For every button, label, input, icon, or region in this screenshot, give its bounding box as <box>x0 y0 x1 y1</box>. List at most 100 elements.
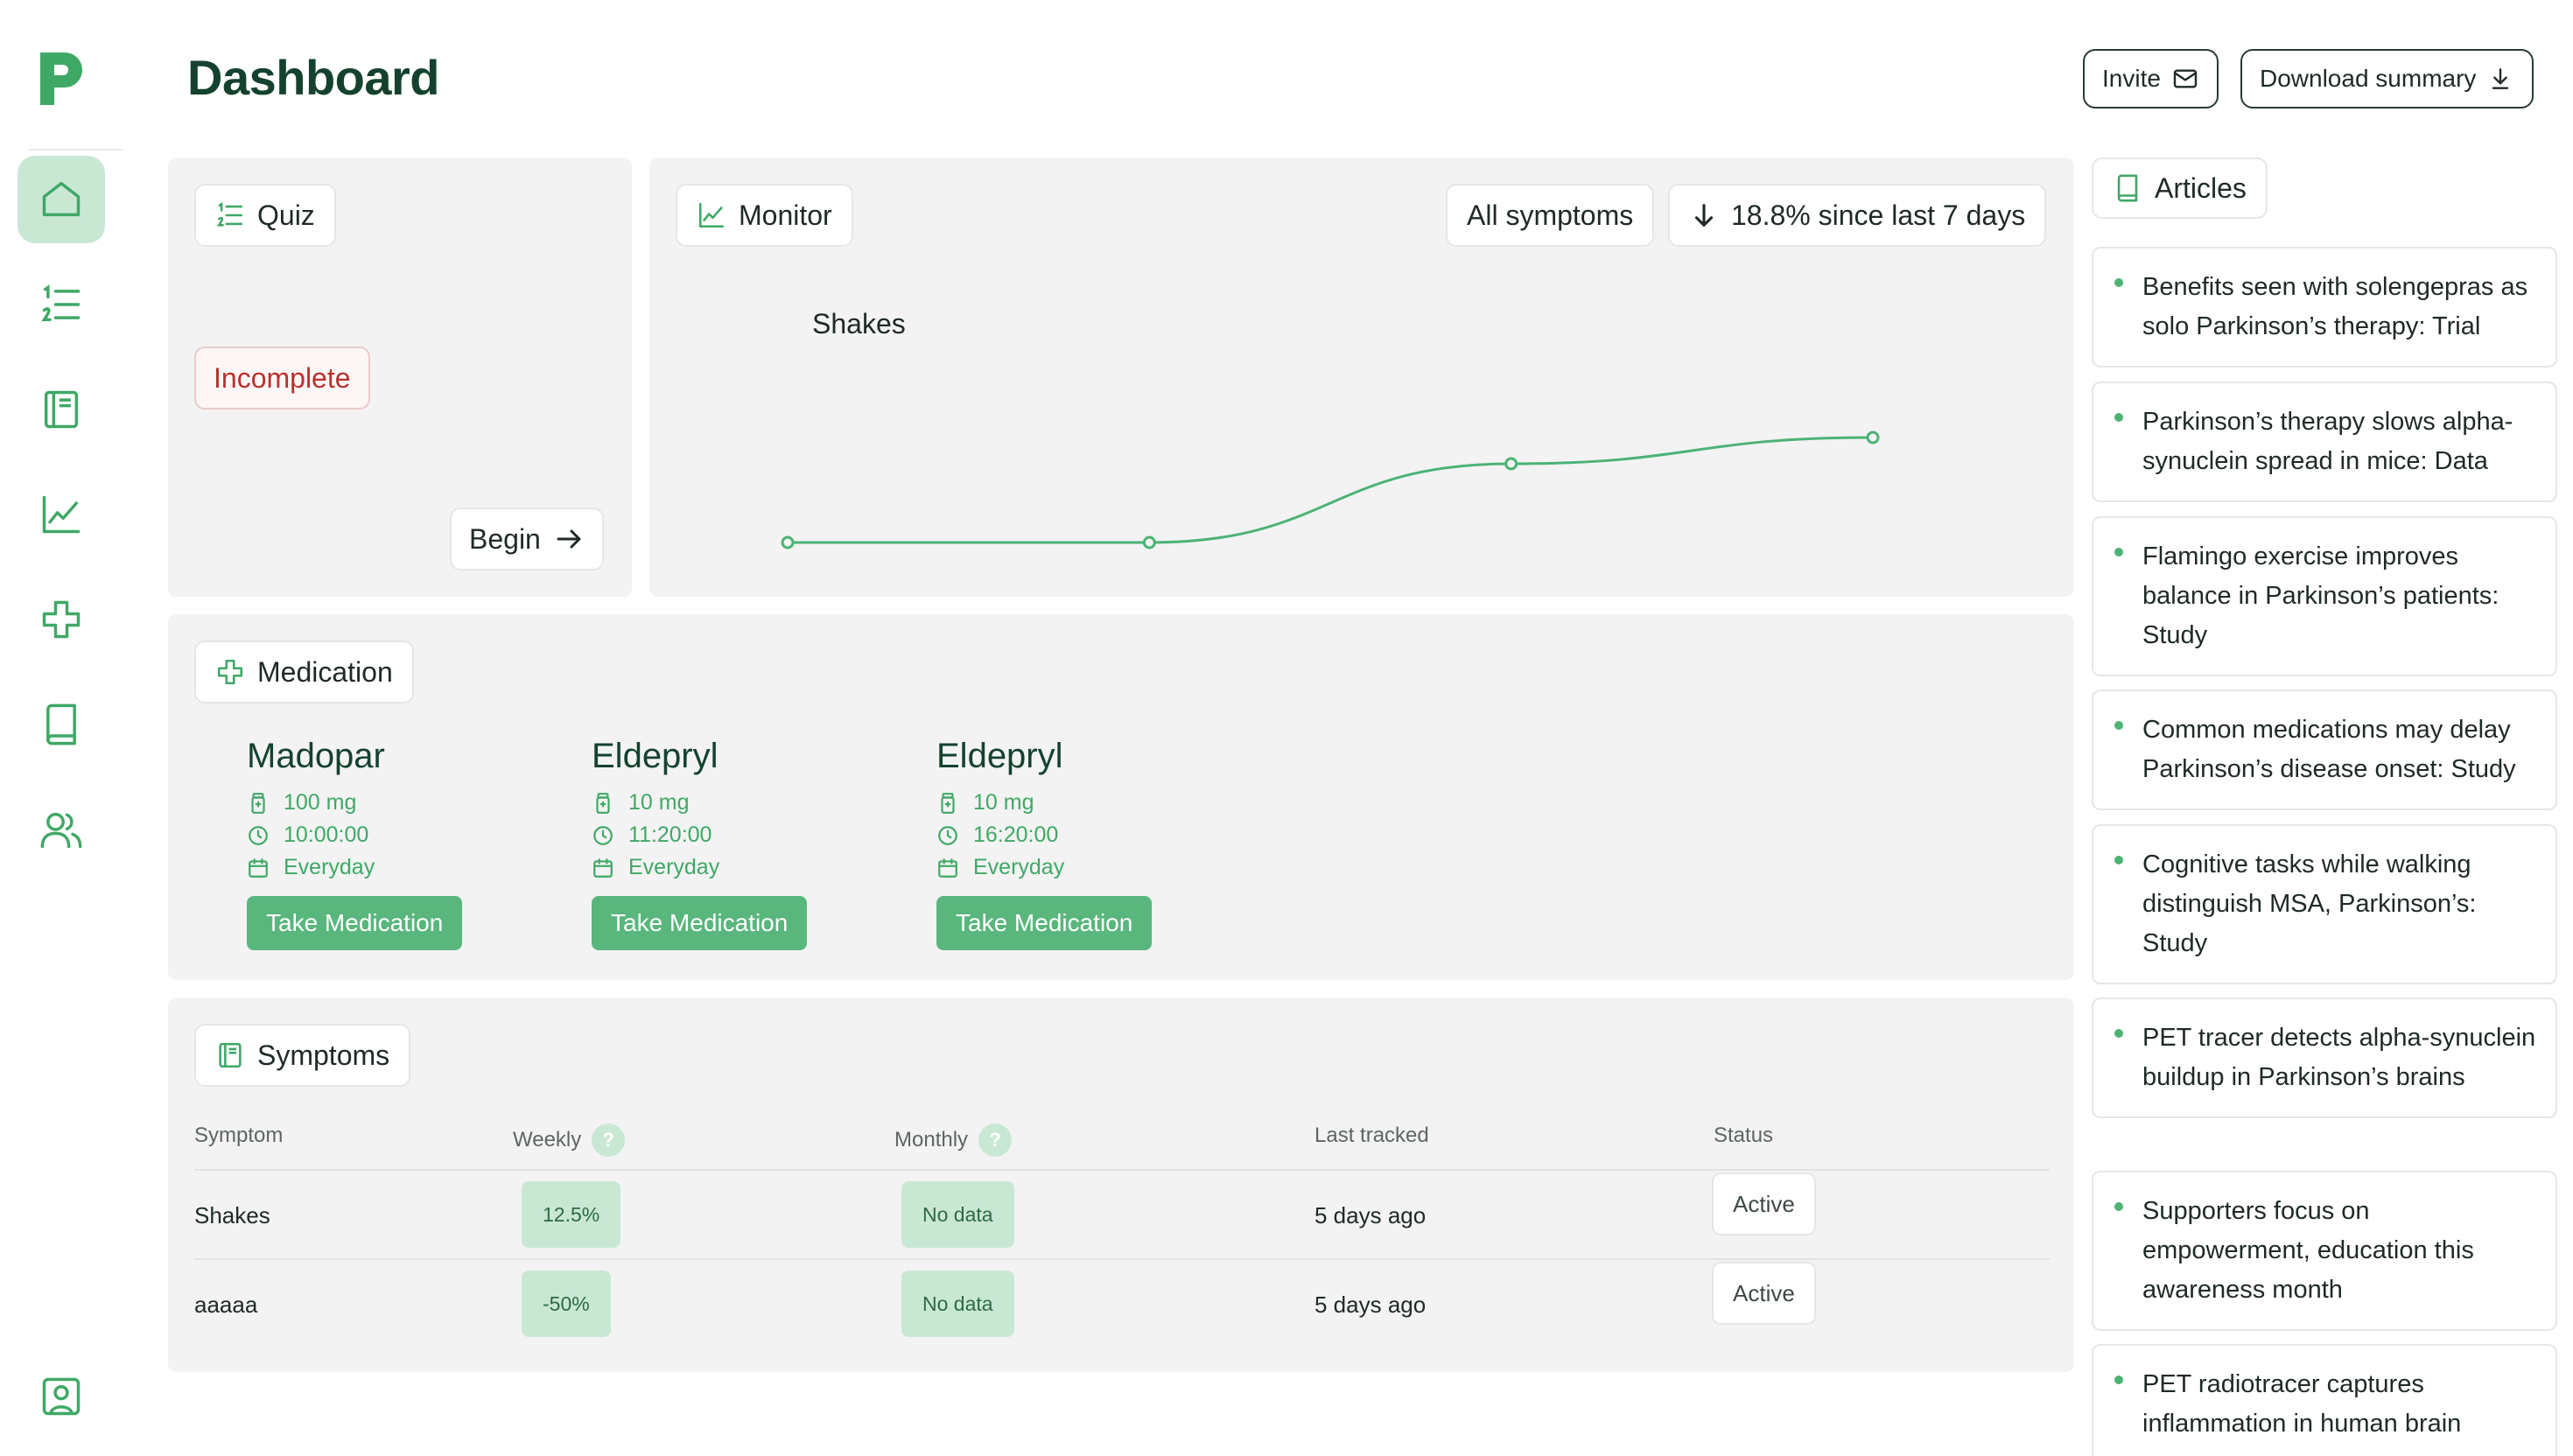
article-card[interactable]: Parkinson’s therapy slows alpha-synuclei… <box>2092 382 2557 502</box>
medication-time: 11:20:00 <box>592 819 907 851</box>
sidebar-item-home[interactable] <box>18 156 105 243</box>
medication-card: Eldepryl 10 mg 16:20:00 Everyday Take Me… <box>936 737 1251 950</box>
monitor-line-chart <box>781 430 1880 550</box>
monthly-change-badge: No data <box>901 1181 1014 1248</box>
medication-card: Eldepryl 10 mg 11:20:00 Everyday Take Me… <box>592 737 907 950</box>
trend-change-badge: 18.8% since last 7 days <box>1668 184 2047 247</box>
profile-badge-icon <box>42 1377 81 1416</box>
medication-time-value: 16:20:00 <box>973 822 1059 847</box>
chart-line-icon <box>42 495 81 534</box>
medication-name: Eldepryl <box>592 737 719 775</box>
calendar-icon <box>593 858 613 878</box>
monitor-chip: Monitor <box>676 184 853 247</box>
article-card[interactable]: Common medications may delay Parkinson’s… <box>2092 690 2557 810</box>
sidebar-item-quiz[interactable] <box>18 261 105 348</box>
symptom-filter-label: All symptoms <box>1467 199 1634 231</box>
invite-button-label: Invite <box>2102 65 2161 92</box>
bullet-dot <box>2114 721 2123 730</box>
quiz-status-badge: Incomplete <box>194 346 370 410</box>
take-medication-button[interactable]: Take Medication <box>247 896 463 950</box>
status-badge[interactable]: Active <box>1712 1262 1816 1325</box>
symptom-name[interactable]: Shakes <box>194 1202 270 1229</box>
medication-frequency-value: Everyday <box>628 855 720 879</box>
medication-name: Eldepryl <box>936 737 1063 775</box>
column-header-monthly: Monthly ? <box>894 1124 1013 1157</box>
medication-time: 16:20:00 <box>936 819 1251 851</box>
article-headline: Flamingo exercise improves balance in Pa… <box>2142 542 2499 649</box>
article-card[interactable]: Benefits seen with solengepras as solo P… <box>2092 247 2557 368</box>
medication-frequency: Everyday <box>936 851 1251 884</box>
home-icon <box>42 181 81 217</box>
medication-frequency-value: Everyday <box>973 855 1065 879</box>
article-card[interactable]: PET radiotracer captures inflammation in… <box>2092 1344 2557 1456</box>
medication-time: 10:00:00 <box>247 819 562 851</box>
page-title: Dashboard <box>187 50 440 105</box>
chart-line-icon <box>698 202 725 228</box>
sidebar-item-medication[interactable] <box>18 576 105 663</box>
medication-card: Madopar 100 mg 10:00:00 Everyday Take Me… <box>247 737 562 950</box>
chart-point[interactable] <box>1504 457 1518 471</box>
help-icon[interactable]: ? <box>592 1124 626 1157</box>
medication-frequency-value: Everyday <box>284 855 375 879</box>
symptom-filter-select[interactable]: All symptoms <box>1446 184 1655 247</box>
take-medication-button[interactable]: Take Medication <box>592 896 808 950</box>
monthly-change-badge: No data <box>901 1270 1014 1337</box>
begin-label: Begin <box>469 522 541 555</box>
bullet-dot <box>2114 1029 2123 1038</box>
numbered-list-icon <box>216 201 243 227</box>
help-icon[interactable]: ? <box>978 1124 1013 1157</box>
sidebar-item-journal[interactable] <box>18 366 105 453</box>
article-card[interactable]: Cognitive tasks while walking distinguis… <box>2092 824 2557 984</box>
book-icon <box>46 704 76 746</box>
medication-title: Medication <box>257 655 393 688</box>
clock-icon <box>249 825 268 845</box>
clock-icon <box>938 825 957 845</box>
monitor-title: Monitor <box>739 199 832 231</box>
table-divider <box>194 1258 2050 1260</box>
chart-point[interactable] <box>1866 430 1880 444</box>
download-summary-button[interactable]: Download summary <box>2240 49 2534 108</box>
invite-button[interactable]: Invite <box>2083 49 2219 108</box>
sidebar-item-articles[interactable] <box>18 681 105 768</box>
users-icon <box>40 812 82 849</box>
article-card[interactable]: PET tracer detects alpha-synuclein build… <box>2092 998 2557 1118</box>
medication-time-value: 10:00:00 <box>284 822 369 847</box>
bullet-dot <box>2114 1202 2123 1211</box>
sidebar-item-profile[interactable] <box>18 1353 105 1440</box>
symptom-name[interactable]: aaaaa <box>194 1292 257 1319</box>
chart-point[interactable] <box>1142 536 1156 550</box>
column-header-weekly: Weekly ? <box>513 1124 626 1157</box>
status-badge[interactable]: Active <box>1712 1172 1816 1236</box>
begin-quiz-button[interactable]: Begin <box>450 508 604 570</box>
notebook-icon <box>219 1042 242 1068</box>
medication-dose-value: 100 mg <box>284 790 357 815</box>
chart-title: Shakes <box>812 308 906 340</box>
chart-series-line <box>788 436 1874 544</box>
column-header-status: Status <box>1714 1124 1773 1148</box>
bullet-dot <box>2114 1376 2123 1384</box>
column-header-label: Monthly <box>894 1128 969 1152</box>
article-card[interactable]: Supporters focus on empowerment, educati… <box>2092 1171 2557 1331</box>
sidebar-divider <box>28 149 123 150</box>
numbered-list-icon <box>41 284 81 322</box>
articles-title: Articles <box>2155 172 2247 204</box>
take-medication-button[interactable]: Take Medication <box>936 896 1153 950</box>
sidebar-item-monitor[interactable] <box>18 471 105 558</box>
article-headline: PET radiotracer captures inflammation in… <box>2142 1370 2462 1438</box>
symptoms-chip: Symptoms <box>194 1024 411 1087</box>
medication-dose-value: 10 mg <box>973 790 1034 815</box>
articles-chip: Articles <box>2092 158 2268 219</box>
medical-cross-icon <box>217 659 243 685</box>
app-logo[interactable] <box>35 49 88 108</box>
pill-bottle-icon <box>596 792 610 814</box>
article-headline: Parkinson’s therapy slows alpha-synuclei… <box>2142 408 2513 475</box>
notebook-icon <box>44 390 79 429</box>
medication-frequency: Everyday <box>247 851 562 884</box>
column-header-symptom: Symptom <box>194 1124 283 1148</box>
article-headline: Supporters focus on empowerment, educati… <box>2142 1197 2474 1304</box>
medical-cross-icon <box>42 600 81 639</box>
sidebar-item-community[interactable] <box>18 786 105 873</box>
chart-point[interactable] <box>781 536 795 550</box>
quiz-title: Quiz <box>257 199 315 231</box>
article-card[interactable]: Flamingo exercise improves balance in Pa… <box>2092 516 2557 676</box>
